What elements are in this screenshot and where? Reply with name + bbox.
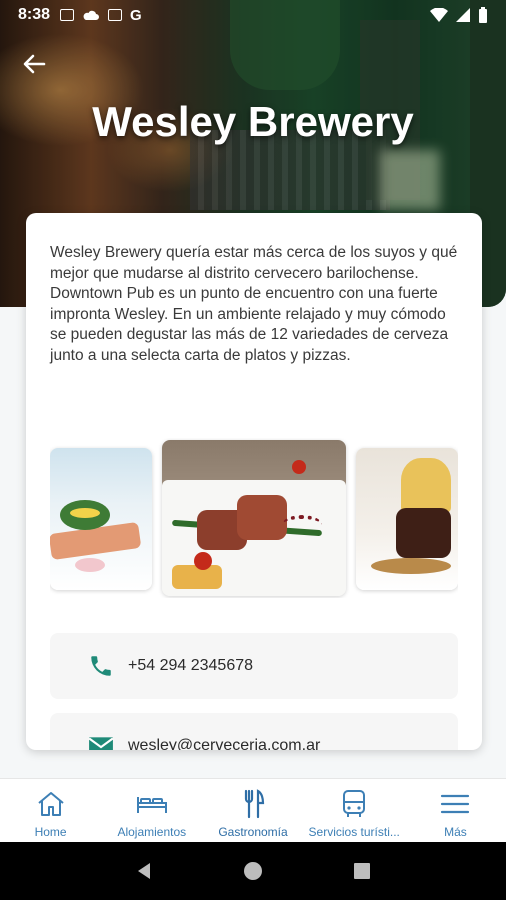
- screen: 8:38 G Wesley Brewery Wesley Brewery que…: [0, 0, 506, 900]
- back-nav-icon[interactable]: [134, 861, 154, 881]
- back-arrow-icon[interactable]: [20, 50, 48, 78]
- nav-gastronomia[interactable]: Gastronomía: [202, 779, 303, 842]
- bus-icon: [343, 790, 366, 817]
- email-icon: [88, 737, 114, 750]
- calendar-notification-icon: [108, 9, 123, 21]
- menu-icon: [441, 794, 470, 814]
- gallery-photo-salmon[interactable]: [50, 448, 152, 590]
- email-address: wesley@cerveceria.com.ar: [128, 737, 321, 750]
- nav-servicios[interactable]: Servicios turísti...: [304, 779, 405, 842]
- recents-nav-icon[interactable]: [352, 861, 372, 881]
- system-navigation-bar: [0, 842, 506, 900]
- cloud-icon: [83, 10, 100, 20]
- nav-alojamientos[interactable]: Alojamientos: [101, 779, 202, 842]
- bottom-navigation: Home Alojamientos Gastronomía Servicios …: [0, 778, 506, 842]
- page-title: Wesley Brewery: [92, 98, 414, 145]
- status-time: 8:38: [18, 6, 51, 23]
- battery-icon: [479, 7, 487, 23]
- nav-home[interactable]: Home: [0, 779, 101, 842]
- bed-icon: [136, 797, 167, 813]
- gallery-photo-beef[interactable]: [356, 448, 458, 590]
- nav-home-label: Home: [34, 825, 67, 839]
- nav-mas[interactable]: Más: [405, 779, 506, 842]
- nav-alojamientos-label: Alojamientos: [117, 825, 187, 839]
- wifi-icon: [430, 8, 448, 22]
- image-notification-icon: [60, 9, 75, 21]
- nav-servicios-label: Servicios turísti...: [308, 825, 400, 839]
- nav-gastronomia-label: Gastronomía: [218, 825, 288, 839]
- phone-icon: [91, 656, 111, 676]
- photo-gallery[interactable]: [50, 438, 458, 598]
- home-icon: [37, 792, 64, 816]
- cutlery-icon: [244, 789, 265, 819]
- nav-mas-label: Más: [444, 825, 467, 839]
- home-nav-icon[interactable]: [243, 861, 263, 881]
- detail-card: Wesley Brewery quería estar más cerca de…: [26, 213, 482, 750]
- email-row[interactable]: wesley@cerveceria.com.ar: [50, 713, 458, 750]
- google-notification-icon: G: [130, 6, 142, 24]
- status-bar: 8:38 G: [0, 0, 506, 30]
- phone-number: +54 294 2345678: [128, 657, 254, 674]
- gallery-photo-steak[interactable]: [162, 440, 346, 596]
- signal-icon: [456, 8, 470, 22]
- description-text: Wesley Brewery quería estar más cerca de…: [50, 244, 458, 364]
- phone-row[interactable]: +54 294 2345678: [50, 633, 458, 699]
